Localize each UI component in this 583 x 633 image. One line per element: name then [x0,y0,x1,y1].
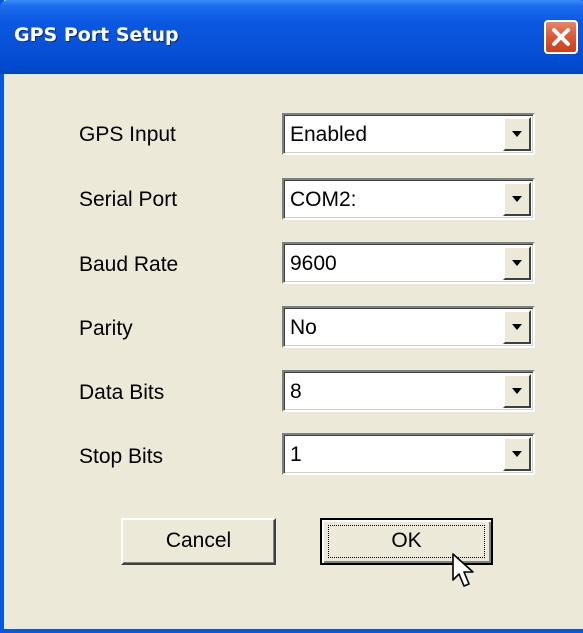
serial-port-value: COM2: [290,188,357,211]
chevron-down-icon [512,196,522,202]
cancel-button[interactable]: Cancel [121,518,276,565]
serial-port-dropdown-button[interactable] [503,182,531,216]
data-bits-dropdown-button[interactable] [503,374,531,408]
ok-button-label: OK [391,529,422,552]
cancel-button-label: Cancel [165,529,232,552]
chevron-down-icon [512,324,522,330]
close-icon [552,28,570,46]
stop-bits-label: Stop Bits [79,445,164,468]
parity-label: Parity [79,317,133,340]
close-button[interactable] [544,20,578,54]
gps-input-dropdown-button[interactable] [503,117,531,151]
chevron-down-icon [512,388,522,394]
chevron-down-icon [512,260,522,266]
gps-input-select[interactable]: Enabled [282,113,535,155]
title-bar[interactable]: GPS Port Setup [0,0,583,74]
serial-port-label: Serial Port [79,188,178,211]
parity-dropdown-button[interactable] [503,310,531,344]
gps-input-label: GPS Input [79,123,176,146]
baud-rate-value: 9600 [290,252,337,275]
baud-rate-dropdown-button[interactable] [503,246,531,280]
gps-port-setup-dialog: GPS Port Setup GPS Input Enabled Serial … [0,0,583,633]
chevron-down-icon [512,451,522,457]
stop-bits-select[interactable]: 1 [282,433,535,475]
parity-value: No [290,316,317,339]
data-bits-label: Data Bits [79,381,165,404]
data-bits-select[interactable]: 8 [282,370,535,412]
stop-bits-value: 1 [290,443,302,466]
dialog-body: GPS Input Enabled Serial Port COM2: Baud… [8,74,583,629]
serial-port-select[interactable]: COM2: [282,178,535,220]
gps-input-value: Enabled [290,123,368,146]
stop-bits-dropdown-button[interactable] [503,437,531,471]
mouse-cursor-icon [452,553,474,587]
baud-rate-select[interactable]: 9600 [282,242,535,284]
baud-rate-label: Baud Rate [79,253,179,276]
chevron-down-icon [512,131,522,137]
window-title: GPS Port Setup [14,24,179,46]
data-bits-value: 8 [290,380,302,403]
parity-select[interactable]: No [282,306,535,348]
